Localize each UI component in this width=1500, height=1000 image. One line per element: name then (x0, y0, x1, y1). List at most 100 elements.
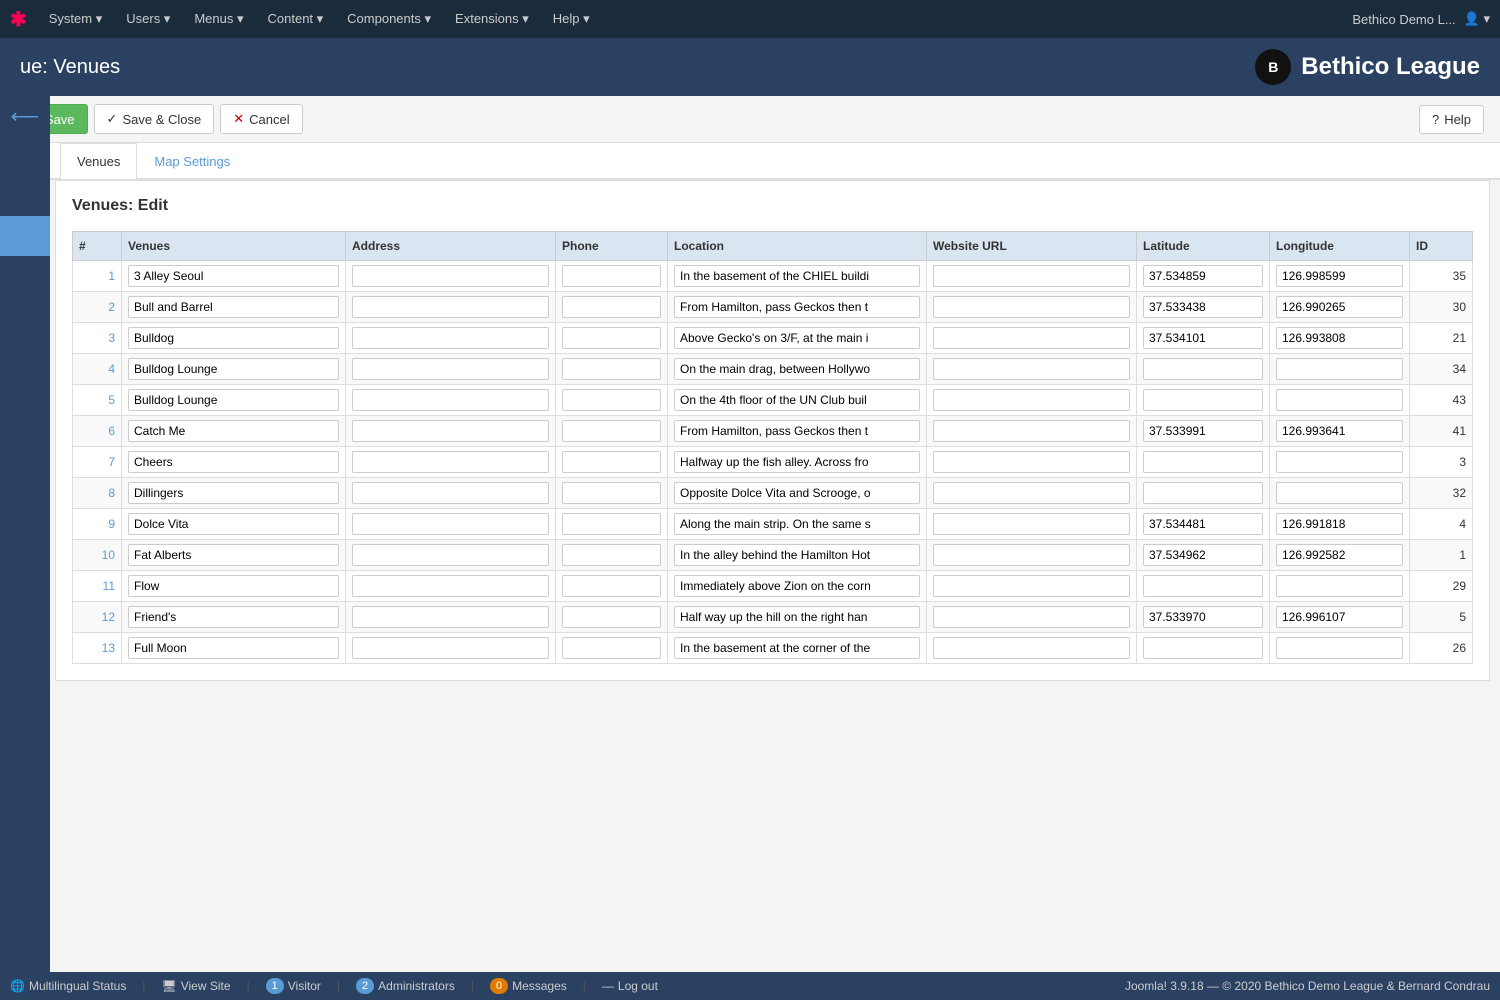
latitude-input[interactable] (1143, 265, 1263, 287)
location-input[interactable] (674, 265, 920, 287)
address-input[interactable] (352, 296, 549, 318)
phone-input[interactable] (562, 513, 661, 535)
location-input[interactable] (674, 389, 920, 411)
location-input[interactable] (674, 606, 920, 628)
website-input[interactable] (933, 451, 1130, 473)
website-input[interactable] (933, 420, 1130, 442)
website-input[interactable] (933, 482, 1130, 504)
phone-input[interactable] (562, 451, 661, 473)
address-input[interactable] (352, 575, 549, 597)
longitude-input[interactable] (1276, 575, 1403, 597)
address-input[interactable] (352, 389, 549, 411)
latitude-input[interactable] (1143, 544, 1263, 566)
nav-users[interactable]: Users ▾ (116, 3, 180, 35)
phone-input[interactable] (562, 544, 661, 566)
phone-input[interactable] (562, 296, 661, 318)
address-input[interactable] (352, 420, 549, 442)
website-input[interactable] (933, 358, 1130, 380)
longitude-input[interactable] (1276, 265, 1403, 287)
location-input[interactable] (674, 637, 920, 659)
longitude-input[interactable] (1276, 358, 1403, 380)
longitude-input[interactable] (1276, 451, 1403, 473)
phone-input[interactable] (562, 265, 661, 287)
phone-input[interactable] (562, 606, 661, 628)
address-input[interactable] (352, 451, 549, 473)
location-input[interactable] (674, 296, 920, 318)
logout-item[interactable]: — Log out (602, 979, 658, 993)
nav-system[interactable]: System ▾ (39, 3, 112, 35)
latitude-input[interactable] (1143, 513, 1263, 535)
latitude-input[interactable] (1143, 575, 1263, 597)
phone-input[interactable] (562, 637, 661, 659)
view-site-item[interactable]: 🖥 View Site (161, 979, 230, 993)
longitude-input[interactable] (1276, 513, 1403, 535)
website-input[interactable] (933, 575, 1130, 597)
longitude-input[interactable] (1276, 544, 1403, 566)
website-input[interactable] (933, 389, 1130, 411)
website-input[interactable] (933, 265, 1130, 287)
latitude-input[interactable] (1143, 637, 1263, 659)
save-close-button[interactable]: ✓ Save & Close (94, 104, 215, 134)
address-input[interactable] (352, 544, 549, 566)
venue-input[interactable] (128, 451, 339, 473)
venue-input[interactable] (128, 606, 339, 628)
address-input[interactable] (352, 606, 549, 628)
venue-input[interactable] (128, 482, 339, 504)
phone-input[interactable] (562, 327, 661, 349)
nav-menus[interactable]: Menus ▾ (184, 3, 253, 35)
address-input[interactable] (352, 513, 549, 535)
location-input[interactable] (674, 482, 920, 504)
longitude-input[interactable] (1276, 327, 1403, 349)
latitude-input[interactable] (1143, 389, 1263, 411)
multilingual-status[interactable]: 🌐 Multilingual Status (10, 979, 126, 993)
venue-input[interactable] (128, 358, 339, 380)
admin-item[interactable]: 2 Administrators (356, 978, 455, 994)
latitude-input[interactable] (1143, 358, 1263, 380)
address-input[interactable] (352, 327, 549, 349)
longitude-input[interactable] (1276, 420, 1403, 442)
location-input[interactable] (674, 575, 920, 597)
latitude-input[interactable] (1143, 606, 1263, 628)
website-input[interactable] (933, 544, 1130, 566)
longitude-input[interactable] (1276, 637, 1403, 659)
phone-input[interactable] (562, 358, 661, 380)
messages-item[interactable]: 0 Messages (490, 978, 567, 994)
nav-components[interactable]: Components ▾ (337, 3, 441, 35)
user-icon[interactable]: 👤 ▾ (1464, 11, 1490, 27)
location-input[interactable] (674, 451, 920, 473)
nav-content[interactable]: Content ▾ (258, 3, 334, 35)
latitude-input[interactable] (1143, 327, 1263, 349)
website-input[interactable] (933, 327, 1130, 349)
address-input[interactable] (352, 265, 549, 287)
location-input[interactable] (674, 420, 920, 442)
website-input[interactable] (933, 513, 1130, 535)
cancel-button[interactable]: ✕ Cancel (220, 104, 302, 134)
venue-input[interactable] (128, 420, 339, 442)
longitude-input[interactable] (1276, 389, 1403, 411)
address-input[interactable] (352, 358, 549, 380)
phone-input[interactable] (562, 575, 661, 597)
help-button[interactable]: ? Help (1419, 105, 1484, 134)
location-input[interactable] (674, 327, 920, 349)
location-input[interactable] (674, 544, 920, 566)
tab-venues[interactable]: Venues (60, 143, 137, 179)
venue-input[interactable] (128, 296, 339, 318)
latitude-input[interactable] (1143, 482, 1263, 504)
location-input[interactable] (674, 513, 920, 535)
location-input[interactable] (674, 358, 920, 380)
visitor-item[interactable]: 1 Visitor (266, 978, 321, 994)
phone-input[interactable] (562, 389, 661, 411)
venue-input[interactable] (128, 389, 339, 411)
latitude-input[interactable] (1143, 420, 1263, 442)
website-input[interactable] (933, 296, 1130, 318)
address-input[interactable] (352, 482, 549, 504)
longitude-input[interactable] (1276, 606, 1403, 628)
latitude-input[interactable] (1143, 296, 1263, 318)
longitude-input[interactable] (1276, 296, 1403, 318)
venue-input[interactable] (128, 637, 339, 659)
venue-input[interactable] (128, 513, 339, 535)
phone-input[interactable] (562, 482, 661, 504)
address-input[interactable] (352, 637, 549, 659)
user-name[interactable]: Bethico Demo L... (1352, 12, 1455, 27)
longitude-input[interactable] (1276, 482, 1403, 504)
